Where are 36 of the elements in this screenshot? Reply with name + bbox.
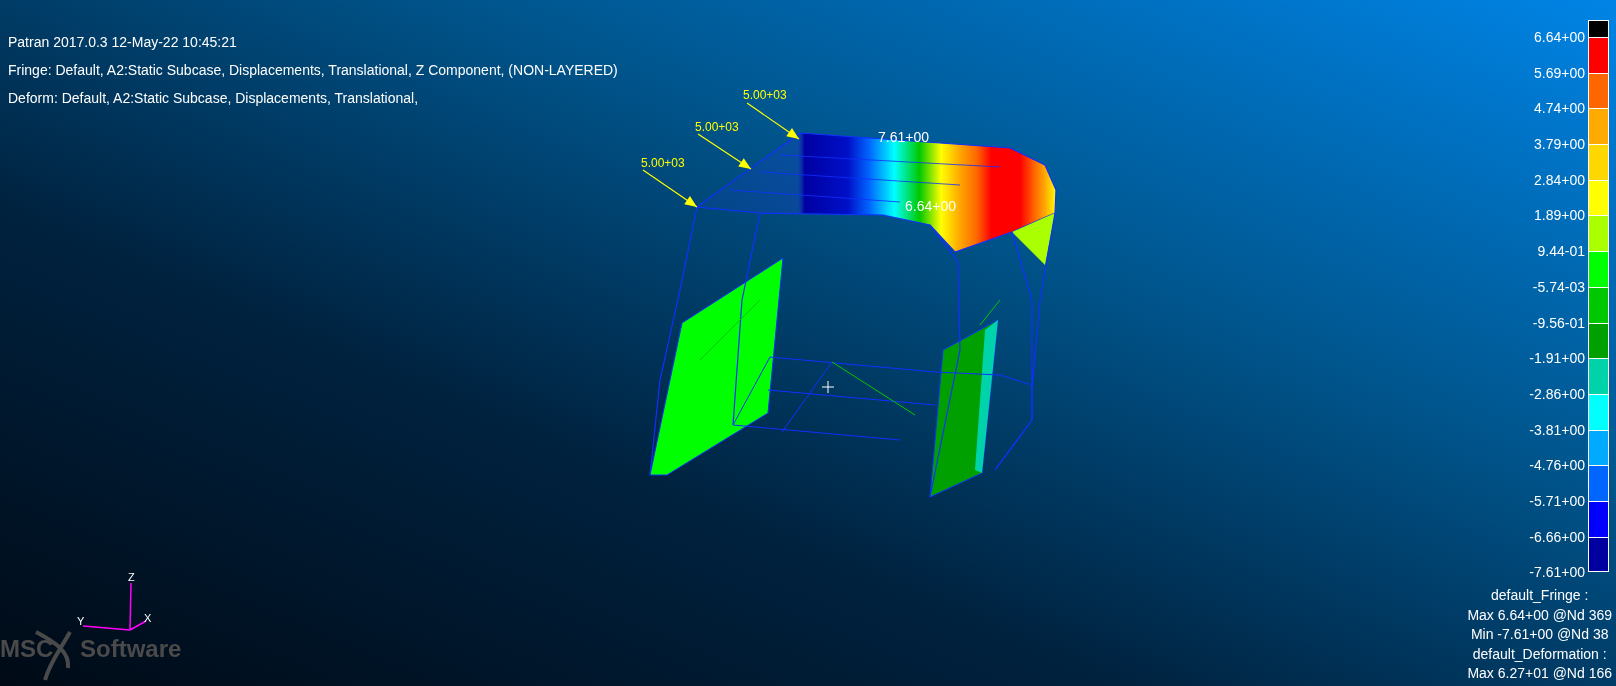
legend-value: -5.74-03	[1531, 278, 1586, 295]
plot-title-line: Patran 2017.0.3 12-May-22 10:45:21	[8, 33, 237, 52]
load-value-label: 5.00+03	[743, 88, 787, 102]
result-summary-line: Min -7.61+00 @Nd 38	[1470, 625, 1609, 645]
legend-value: 9.44-01	[1536, 243, 1586, 260]
legend-value: -6.66+00	[1528, 528, 1586, 545]
legend-value: -1.91+00	[1528, 350, 1586, 367]
axis-label: X	[144, 612, 152, 624]
axis-label: Z	[128, 571, 135, 583]
load-value-label: 5.00+03	[641, 156, 685, 170]
load-arrow	[746, 102, 800, 140]
result-summary-line: default_Fringe :	[1491, 586, 1589, 606]
fringe-value-label: 7.61+00	[878, 129, 929, 145]
result-summary-line: Max 6.64+00 @Nd 369	[1467, 605, 1612, 625]
legend-value: -3.81+00	[1528, 421, 1586, 438]
legend-value: -4.76+00	[1528, 457, 1586, 474]
legend-value: 6.64+00	[1533, 29, 1586, 45]
plot-title-line: Deform: Default, A2:Static Subcase, Displacements, Translational,	[8, 89, 419, 108]
legend-value: -5.71+00	[1528, 492, 1586, 509]
result-summary-line: default_Deformation :	[1472, 644, 1607, 664]
logo-text: Software	[80, 635, 182, 662]
legend-value: -2.86+00	[1528, 385, 1586, 402]
legend-value: -9.56-01	[1531, 314, 1586, 331]
legend-value: 3.79+00	[1533, 136, 1586, 153]
plot-title-line: Fringe: Default, A2:Static Subcase, Displacements, Translational, Z Component, (NON-LAYERED)	[8, 61, 618, 80]
load-arrow	[642, 169, 698, 208]
logo-text: MSC	[0, 635, 54, 662]
legend-value: 4.74+00	[1533, 100, 1586, 117]
result-summary-line: Max 6.27+01 @Nd 166	[1467, 664, 1612, 684]
legend-value: 1.89+00	[1533, 207, 1586, 224]
legend-value: 2.84+00	[1533, 171, 1586, 188]
legend-value: 5.69+00	[1533, 64, 1586, 81]
load-arrow	[697, 133, 752, 170]
load-value-label: 5.00+03	[695, 120, 739, 134]
axis-label: Y	[77, 615, 85, 627]
legend-value: -7.61+00	[1528, 564, 1586, 581]
